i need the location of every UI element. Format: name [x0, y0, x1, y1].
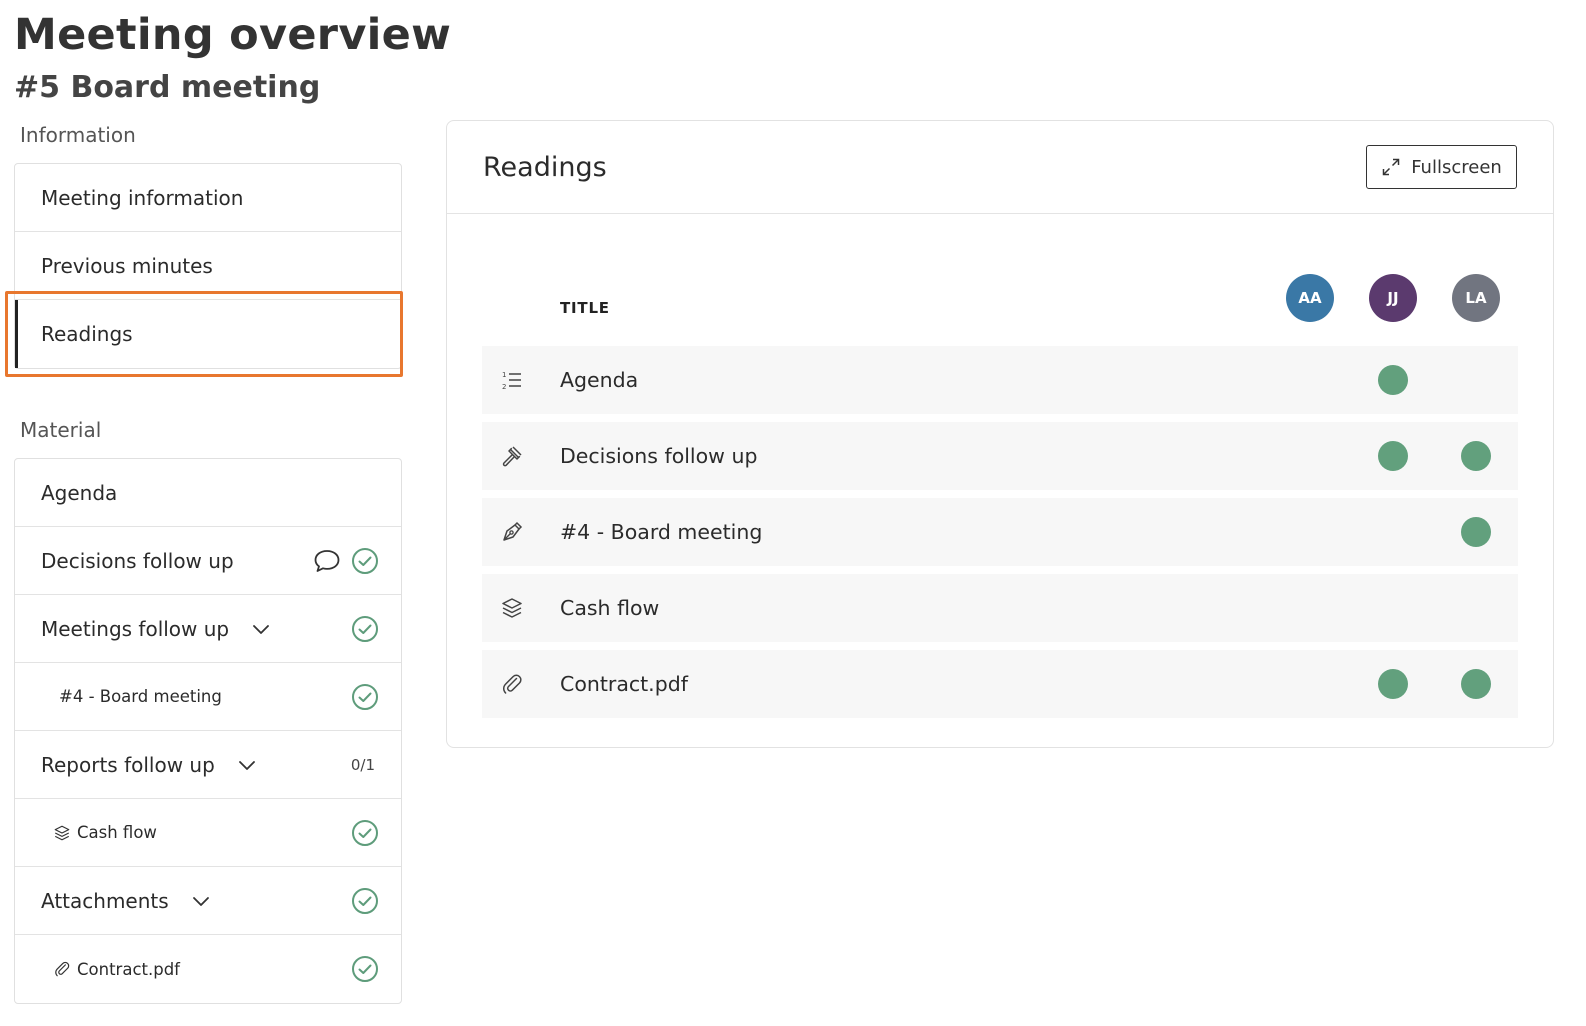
read-indicator: [1461, 441, 1491, 471]
readings-title: Readings: [483, 151, 607, 183]
nav-item-readings[interactable]: Readings: [15, 300, 401, 368]
material-nav: Agenda Decisions follow up Meetings foll…: [14, 458, 402, 1004]
nav-item-attachments[interactable]: Attachments: [15, 867, 401, 935]
gavel-icon: [502, 446, 522, 467]
chevron-down-icon[interactable]: [191, 891, 211, 911]
information-nav: Meeting information Previous minutes Rea…: [14, 163, 402, 369]
chevron-down-icon[interactable]: [237, 755, 257, 775]
read-indicator: [1461, 669, 1491, 699]
avatar-jj: JJ: [1369, 274, 1417, 322]
check-circle-icon: [352, 547, 378, 574]
readings-panel: Readings Fullscreen TITLE AA JJ LA 12 Ag…: [446, 120, 1554, 748]
check-circle-icon: [352, 615, 378, 642]
layers-icon: [54, 825, 70, 840]
nav-item-board-meeting-4[interactable]: #4 - Board meeting: [15, 663, 401, 731]
check-circle-icon: [352, 683, 378, 710]
reading-title: Cash flow: [560, 596, 660, 620]
comment-icon[interactable]: [313, 548, 341, 574]
read-indicator: [1378, 441, 1408, 471]
column-header-title: TITLE: [560, 299, 610, 317]
paperclip-icon: [55, 961, 70, 977]
nav-item-label: Agenda: [41, 480, 118, 505]
nav-item-label: Reports follow up: [41, 752, 215, 777]
read-indicator: [1378, 365, 1408, 395]
nav-item-meetings-follow-up[interactable]: Meetings follow up: [15, 595, 401, 663]
readings-panel-header: Readings Fullscreen: [447, 121, 1553, 214]
material-section-label: Material: [20, 418, 102, 442]
nav-item-label: #4 - Board meeting: [59, 687, 222, 706]
nav-item-reports-follow-up[interactable]: Reports follow up 0/1: [15, 731, 401, 799]
page-title: Meeting overview: [14, 10, 452, 60]
fullscreen-label: Fullscreen: [1411, 156, 1502, 178]
nav-item-cash-flow[interactable]: Cash flow: [15, 799, 401, 867]
nav-item-meeting-information[interactable]: Meeting information: [15, 164, 401, 232]
nav-item-agenda[interactable]: Agenda: [15, 459, 401, 527]
nav-item-label: Meetings follow up: [41, 616, 230, 641]
information-section-label: Information: [20, 123, 136, 147]
check-circle-icon: [352, 819, 378, 846]
read-indicator: [1461, 517, 1491, 547]
expand-icon: [1382, 158, 1400, 176]
reading-row-board-meeting-4[interactable]: #4 - Board meeting: [482, 498, 1518, 566]
nav-item-label: Decisions follow up: [41, 548, 234, 573]
reading-title: Contract.pdf: [560, 672, 688, 696]
nav-item-label: Meeting information: [41, 185, 244, 210]
layers-icon: [502, 598, 522, 618]
nav-item-contract-pdf[interactable]: Contract.pdf: [15, 935, 401, 1003]
read-indicator: [1378, 669, 1408, 699]
fullscreen-button[interactable]: Fullscreen: [1366, 145, 1517, 189]
nav-item-decisions-follow-up[interactable]: Decisions follow up: [15, 527, 401, 595]
svg-text:1: 1: [502, 371, 506, 379]
numbered-list-icon: 12: [502, 371, 521, 391]
svg-text:2: 2: [502, 383, 506, 391]
progress-count: 0/1: [350, 755, 375, 774]
nav-item-label: Readings: [41, 322, 133, 346]
reading-row-cash-flow[interactable]: Cash flow: [482, 574, 1518, 642]
nav-item-label: Previous minutes: [41, 253, 213, 278]
nav-item-label: Cash flow: [77, 823, 157, 842]
avatar-la: LA: [1452, 274, 1500, 322]
nav-item-label: Attachments: [41, 888, 169, 913]
avatar-aa: AA: [1286, 274, 1334, 322]
pen-nib-icon: [503, 521, 523, 541]
chevron-down-icon[interactable]: [251, 619, 271, 639]
reading-row-agenda[interactable]: 12 Agenda: [482, 346, 1518, 414]
readings-list: 12 Agenda Decisions follow up #4 - Board…: [482, 346, 1518, 726]
nav-item-label: Contract.pdf: [77, 959, 180, 979]
reading-row-decisions-follow-up[interactable]: Decisions follow up: [482, 422, 1518, 490]
check-circle-icon: [352, 956, 378, 982]
reading-title: #4 - Board meeting: [560, 520, 763, 544]
nav-item-previous-minutes[interactable]: Previous minutes: [15, 232, 401, 300]
reading-title: Agenda: [560, 368, 639, 392]
check-circle-icon: [352, 887, 378, 914]
meeting-title: #5 Board meeting: [14, 70, 321, 105]
reading-title: Decisions follow up: [560, 444, 758, 468]
reading-row-contract-pdf[interactable]: Contract.pdf: [482, 650, 1518, 718]
paperclip-icon: [502, 674, 522, 694]
